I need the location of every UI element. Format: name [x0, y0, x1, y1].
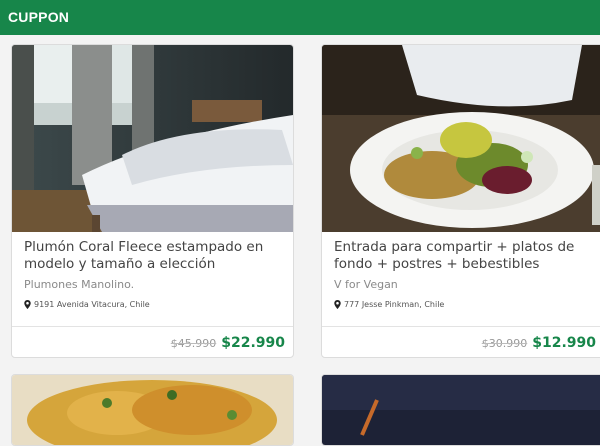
price-row: $30.990 $12.990	[482, 335, 596, 351]
card-image[interactable]	[12, 45, 293, 232]
map-pin-icon	[24, 300, 31, 309]
card-divider	[12, 326, 293, 327]
top-navbar: CUPPON	[0, 0, 600, 35]
deal-card[interactable]	[11, 374, 294, 446]
bedroom-photo	[12, 45, 293, 232]
deal-address-text: 9191 Avenida Vitacura, Chile	[34, 300, 150, 309]
deal-card[interactable]: Plumón Coral Fleece estampado en modelo …	[11, 44, 294, 358]
night-photo	[322, 375, 600, 445]
deal-address-text: 777 Jesse Pinkman, Chile	[344, 300, 445, 309]
discount-price: $22.990	[221, 335, 285, 351]
map-pin-icon	[334, 300, 341, 309]
deal-title[interactable]: Plumón Coral Fleece estampado en modelo …	[24, 239, 286, 273]
deal-vendor: Plumones Manolino.	[24, 278, 135, 291]
card-divider	[322, 326, 600, 327]
price-row: $45.990 $22.990	[171, 335, 285, 351]
deal-address: 9191 Avenida Vitacura, Chile	[24, 300, 150, 309]
deal-title[interactable]: Entrada para compartir + platos de fondo…	[334, 239, 600, 273]
deal-vendor: V for Vegan	[334, 278, 398, 291]
card-image[interactable]	[322, 45, 600, 232]
original-price: $45.990	[170, 337, 217, 350]
discount-price: $12.990	[532, 335, 596, 351]
original-price: $30.990	[481, 337, 528, 350]
deal-address: 777 Jesse Pinkman, Chile	[334, 300, 444, 309]
deal-card[interactable]: Entrada para compartir + platos de fondo…	[321, 44, 600, 358]
deal-card[interactable]	[321, 374, 600, 446]
food-photo	[12, 375, 293, 445]
brand-logo[interactable]: CUPPON	[8, 9, 69, 25]
vegan-plate-photo	[322, 45, 600, 232]
